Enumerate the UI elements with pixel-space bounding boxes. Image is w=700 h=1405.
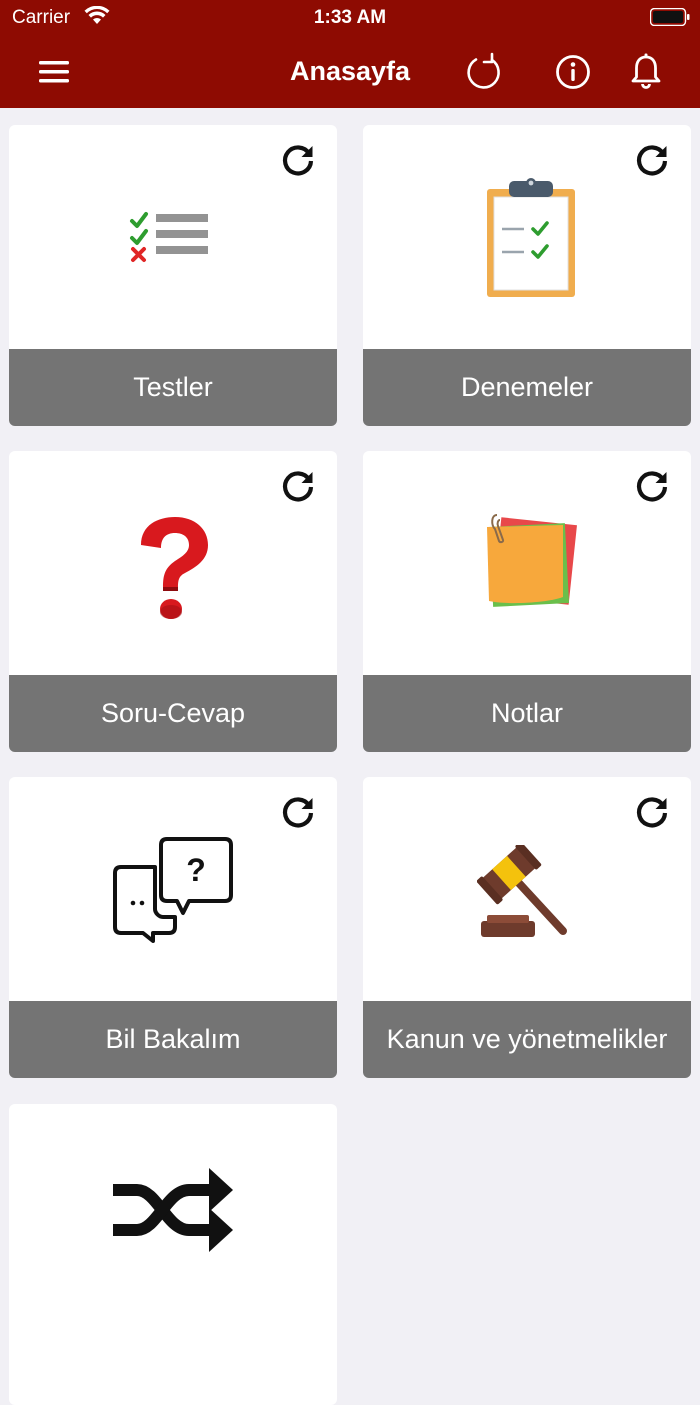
- card-notlar[interactable]: Notlar: [363, 451, 691, 752]
- app-header: Carrier 1:33 AM Anasayfa: [0, 0, 700, 108]
- card-shuffle[interactable]: [9, 1104, 337, 1405]
- status-bar: Carrier 1:33 AM: [0, 0, 700, 36]
- refresh-button[interactable]: [462, 50, 506, 94]
- svg-text:?: ?: [186, 852, 206, 888]
- card-label: Testler: [9, 349, 337, 426]
- shuffle-icon: [113, 1168, 233, 1252]
- card-bil-bakalim[interactable]: ? Bil Bakalım: [9, 777, 337, 1078]
- refresh-icon: [467, 52, 500, 89]
- navigation-bar: Anasayfa: [0, 36, 700, 108]
- clock: 1:33 AM: [313, 7, 387, 28]
- bell-icon: [631, 53, 661, 89]
- gavel-icon: [477, 845, 567, 937]
- info-button[interactable]: [551, 50, 595, 94]
- page-title: Anasayfa: [289, 56, 411, 86]
- card-label: Bil Bakalım: [9, 1001, 337, 1078]
- card-soru-cevap[interactable]: Soru-Cevap: [9, 451, 337, 752]
- checklist-icon: [130, 212, 208, 262]
- card-label: Kanun ve yönetmelikler: [363, 1001, 691, 1078]
- card-label: Denemeler: [363, 349, 691, 426]
- notifications-button[interactable]: [624, 50, 668, 94]
- card-denemeler[interactable]: Denemeler: [363, 125, 691, 426]
- card-kanun-ve-yonetmelikler[interactable]: Kanun ve yönetmelikler: [363, 777, 691, 1078]
- chat-bubbles-icon: ?: [113, 837, 233, 943]
- card-label: Soru-Cevap: [9, 675, 337, 752]
- card-label: Notlar: [363, 675, 691, 752]
- sticky-notes-icon: [487, 514, 577, 607]
- battery-icon: [650, 8, 690, 26]
- info-icon: [556, 55, 590, 89]
- card-testler[interactable]: Testler: [9, 125, 337, 426]
- question-mark-icon: [141, 517, 208, 619]
- clipboard-icon: [487, 178, 575, 297]
